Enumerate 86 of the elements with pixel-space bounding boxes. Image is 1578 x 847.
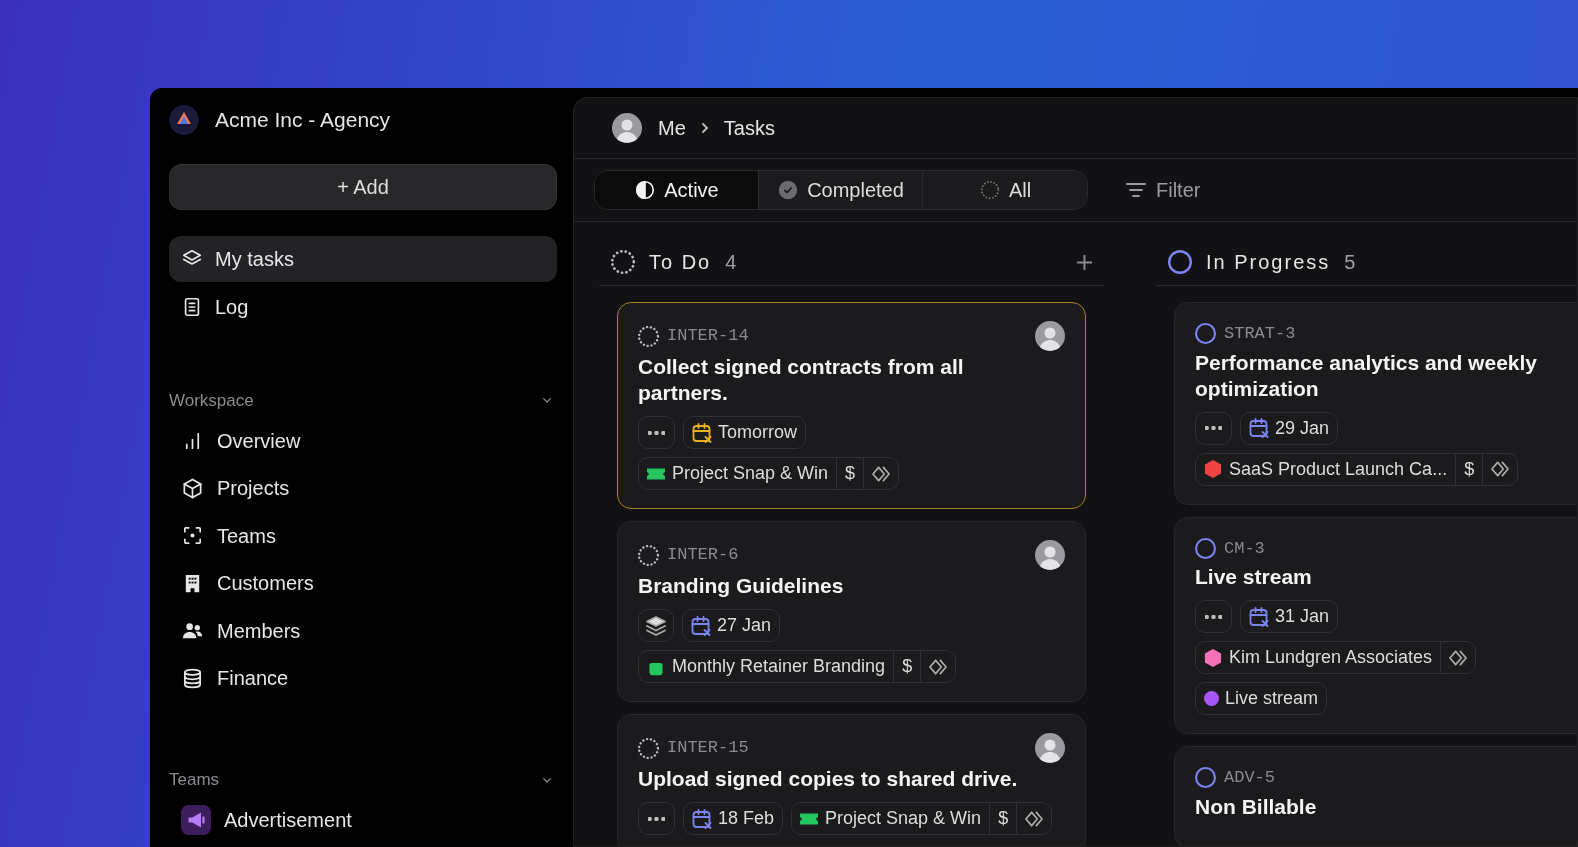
column-count: 4 xyxy=(725,249,737,275)
task-title: Branding Guidelines xyxy=(638,573,845,599)
due-date-chip[interactable]: 29 Jan xyxy=(1240,411,1339,445)
task-card[interactable]: STRAT-3 Performance analytics and weekly optimization 29 Jan SaaS Product Launch Ca... $ xyxy=(1174,302,1577,505)
logo-icon xyxy=(169,104,199,135)
breadcrumb-link[interactable]: Me xyxy=(658,113,686,143)
nav-item[interactable]: Customers xyxy=(169,559,557,607)
task-card[interactable]: INTER-6 Branding Guidelines 27 Jan Monthly Retainer Branding $ xyxy=(617,521,1086,702)
filter-tab[interactable]: Active xyxy=(595,171,759,209)
section-title: Teams xyxy=(169,769,220,791)
project-tag[interactable]: Monthly Retainer Branding xyxy=(639,651,895,682)
section-title: Workspace xyxy=(169,389,254,412)
due-date-chip[interactable]: 31 Jan xyxy=(1240,600,1339,633)
avatar xyxy=(612,113,642,143)
more-button[interactable] xyxy=(1195,411,1232,445)
due-date-chip[interactable]: 27 Jan xyxy=(682,609,781,642)
plus-icon xyxy=(1077,254,1092,270)
chevron-right-icon xyxy=(701,123,708,133)
column-count: 5 xyxy=(1344,249,1356,275)
task-id: INTER-14 xyxy=(667,325,749,348)
task-id: ADV-5 xyxy=(1224,767,1275,789)
more-icon xyxy=(1205,614,1222,619)
megaphone-icon xyxy=(181,805,211,836)
circle-icon xyxy=(1195,537,1216,559)
workspace-name[interactable]: Acme Inc - Agency xyxy=(215,104,391,136)
diamond-icon xyxy=(1449,648,1468,667)
diamond-icon xyxy=(1025,809,1044,828)
filter-icon xyxy=(1124,183,1148,197)
project-tag[interactable]: Project Snap & Win xyxy=(792,803,991,834)
nav-item[interactable]: Overview xyxy=(169,417,557,465)
diamond-icon xyxy=(1491,460,1510,478)
more-button[interactable] xyxy=(1195,600,1232,633)
nav-item[interactable]: Members xyxy=(169,607,557,655)
nav-item[interactable]: Advertisement xyxy=(169,796,557,844)
project-tag[interactable]: SaaS Product Launch Ca... xyxy=(1196,453,1457,485)
stack-icon xyxy=(646,615,666,636)
task-title: Non Billable xyxy=(1195,793,1318,820)
due-date-chip[interactable]: Tomorrow xyxy=(683,416,806,449)
task-id: INTER-6 xyxy=(667,544,739,567)
nav-item[interactable]: Teams xyxy=(169,512,557,560)
task-id: INTER-15 xyxy=(667,737,749,760)
more-button[interactable] xyxy=(638,416,675,449)
billing-tag[interactable]: $ xyxy=(990,803,1018,834)
column-title: In Progress xyxy=(1206,249,1331,275)
more-icon xyxy=(1205,426,1222,430)
nav-item[interactable]: Log xyxy=(169,283,557,330)
nav-item[interactable]: Finance xyxy=(169,654,557,702)
cube-icon xyxy=(181,476,204,500)
more-icon xyxy=(648,430,665,435)
more-button[interactable] xyxy=(638,802,675,835)
task-card[interactable]: ADV-5 Non Billable xyxy=(1174,746,1577,846)
task-title: Collect signed contracts from all partners. xyxy=(638,354,965,406)
circle-icon xyxy=(1168,249,1192,274)
filter-button[interactable]: Filter xyxy=(1118,174,1207,206)
project-tag[interactable]: Project Snap & Win xyxy=(639,458,838,489)
breadcrumb-current: Tasks xyxy=(723,116,775,141)
layers-button[interactable] xyxy=(638,609,674,642)
diamond-icon xyxy=(929,657,948,676)
filter-tab[interactable]: All xyxy=(923,171,1087,209)
task-title: Upload signed copies to shared drive. xyxy=(638,766,1019,792)
database-icon xyxy=(181,666,204,690)
more-icon xyxy=(648,816,665,821)
label-tag[interactable]: Live stream xyxy=(1195,682,1328,715)
task-id: STRAT-3 xyxy=(1224,323,1296,345)
nav-item[interactable]: My tasks xyxy=(169,235,557,282)
project-tag[interactable]: Kim Lundgren Associates xyxy=(1196,642,1442,673)
check-circle-icon xyxy=(777,179,800,201)
add-button[interactable]: + Add xyxy=(169,163,557,210)
billing-tag[interactable]: $ xyxy=(1456,453,1484,485)
task-title: Performance analytics and weekly optimization xyxy=(1195,349,1538,402)
filter-tab[interactable]: Completed xyxy=(759,171,923,209)
circle-icon xyxy=(1195,323,1216,345)
task-card[interactable]: INTER-14 Collect signed contracts from all partners. Tomorrow Project Snap & Win $ xyxy=(617,302,1086,509)
nav-item[interactable]: Projects xyxy=(169,464,557,512)
due-date-chip[interactable]: 18 Feb xyxy=(683,802,784,835)
circle-icon xyxy=(1195,767,1216,789)
task-title: Live stream xyxy=(1195,564,1313,590)
column-title: To Do xyxy=(649,249,712,275)
dotted-circle-icon xyxy=(978,179,1001,201)
billing-tag[interactable]: $ xyxy=(837,458,865,489)
billing-tag[interactable]: $ xyxy=(894,651,922,682)
diamond-icon xyxy=(872,464,891,483)
task-card[interactable]: INTER-15 Upload signed copies to shared drive. 18 Feb Project Snap & Win $ xyxy=(617,714,1086,846)
task-card[interactable]: CM-3 Live stream 31 Jan Kim Lundgren Associates Live stream xyxy=(1174,516,1577,734)
task-id: CM-3 xyxy=(1224,537,1265,560)
half-circle-icon xyxy=(634,179,657,201)
